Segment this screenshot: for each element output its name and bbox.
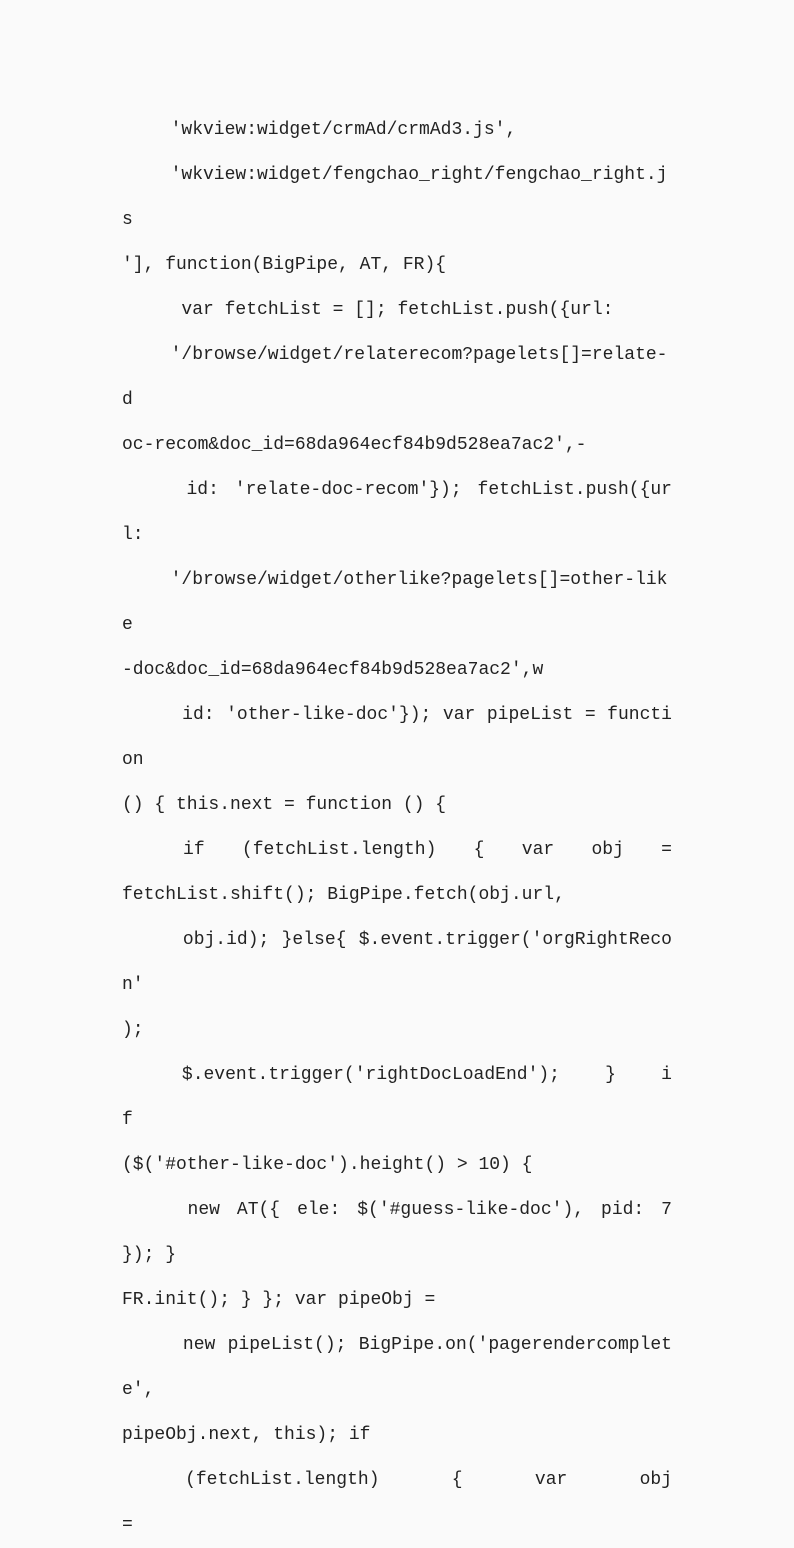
code-line: id: 'relate-doc-recom'}); fetchList.push… bbox=[122, 468, 672, 558]
code-line: new AT({ ele: $('#guess-like-doc'), pid:… bbox=[122, 1188, 672, 1278]
code-line: -doc&doc_id=68da964ecf84b9d528ea7ac2',w bbox=[122, 648, 672, 693]
code-line: 'wkview:widget/fengchao_right/fengchao_r… bbox=[122, 153, 672, 243]
code-line: '/browse/widget/otherlike?pagelets[]=oth… bbox=[122, 558, 672, 648]
code-line: FR.init(); } }; var pipeObj = bbox=[122, 1278, 672, 1323]
code-line: (fetchList.length) { var obj = bbox=[122, 1458, 672, 1548]
code-line: '], function(BigPipe, AT, FR){ bbox=[122, 243, 672, 288]
document-page: 'wkview:widget/crmAd/crmAd3.js', 'wkview… bbox=[122, 108, 672, 1548]
code-line: 'wkview:widget/crmAd/crmAd3.js', bbox=[122, 108, 672, 153]
code-line: $.event.trigger('rightDocLoadEnd'); } if bbox=[122, 1053, 672, 1143]
code-line: if (fetchList.length) { var obj = bbox=[122, 828, 672, 873]
code-line: ); bbox=[122, 1008, 672, 1053]
code-line: var fetchList = []; fetchList.push({url: bbox=[122, 288, 672, 333]
code-line: '/browse/widget/relaterecom?pagelets[]=r… bbox=[122, 333, 672, 423]
code-line: pipeObj.next, this); if bbox=[122, 1413, 672, 1458]
code-line: id: 'other-like-doc'}); var pipeList = f… bbox=[122, 693, 672, 783]
code-line: new pipeList(); BigPipe.on('pagerenderco… bbox=[122, 1323, 672, 1413]
code-line: () { this.next = function () { bbox=[122, 783, 672, 828]
code-line: fetchList.shift(); BigPipe.fetch(obj.url… bbox=[122, 873, 672, 918]
code-line: ($('#other-like-doc').height() > 10) { bbox=[122, 1143, 672, 1188]
code-line: oc-recom&doc_id=68da964ecf84b9d528ea7ac2… bbox=[122, 423, 672, 468]
code-line: obj.id); }else{ $.event.trigger('orgRigh… bbox=[122, 918, 672, 1008]
